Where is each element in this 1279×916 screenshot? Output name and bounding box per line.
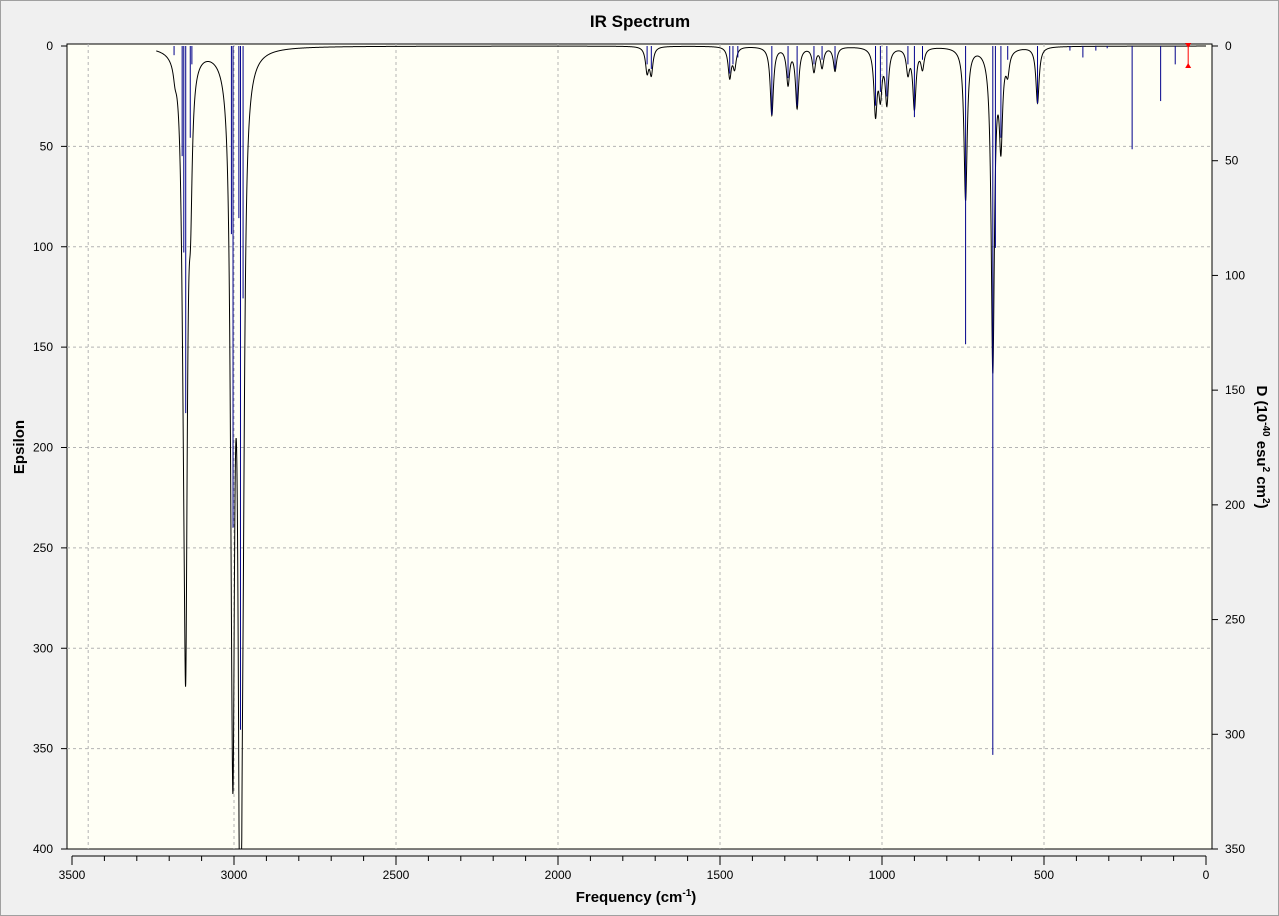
y-tick-label: 100 [33,240,53,254]
y2-tick-label: 200 [1225,498,1245,512]
y-tick-label: 350 [33,742,53,756]
x-tick-label: 1000 [869,868,896,882]
x-tick-label: 1500 [707,868,734,882]
x-tick-label: 0 [1203,868,1210,882]
x-tick-label: 500 [1034,868,1054,882]
y-tick-label: 50 [40,139,54,153]
y2-tick-label: 150 [1225,383,1245,397]
y-tick-label: 200 [33,441,53,455]
ir-spectrum-chart: 3500 3000 2500 2000 1500 1000 500 0050100150200… [11,12,1271,906]
y2-tick-label: 350 [1225,842,1245,856]
y-tick-label: 300 [33,641,53,655]
y-tick-label: 400 [33,842,53,856]
y2-tick-label: 300 [1225,727,1245,741]
y2-tick-label: 0 [1225,39,1232,53]
y2-axis-title: D (10-40 esu2 cm2) [1253,385,1271,508]
y2-tick-label: 100 [1225,268,1245,282]
x-axis-title: Frequency (cm-1) [576,888,697,906]
y-tick-label: 150 [33,340,53,354]
y-tick-label: 0 [46,39,53,53]
y2-tick-label: 250 [1225,613,1245,627]
x-tick-label: 3000 [221,868,248,882]
x-tick-label: 2500 [383,868,410,882]
x-tick-label: 3500 [59,868,86,882]
y-axis-title: Epsilon [11,420,28,474]
chart-window: 3500 3000 2500 2000 1500 1000 500 0 0 50 100 150 200… [0,0,1279,916]
y2-tick-label: 50 [1225,154,1239,168]
y-tick-label: 250 [33,541,53,555]
chart-title: IR Spectrum [590,12,690,31]
x-tick-label: 2000 [545,868,572,882]
